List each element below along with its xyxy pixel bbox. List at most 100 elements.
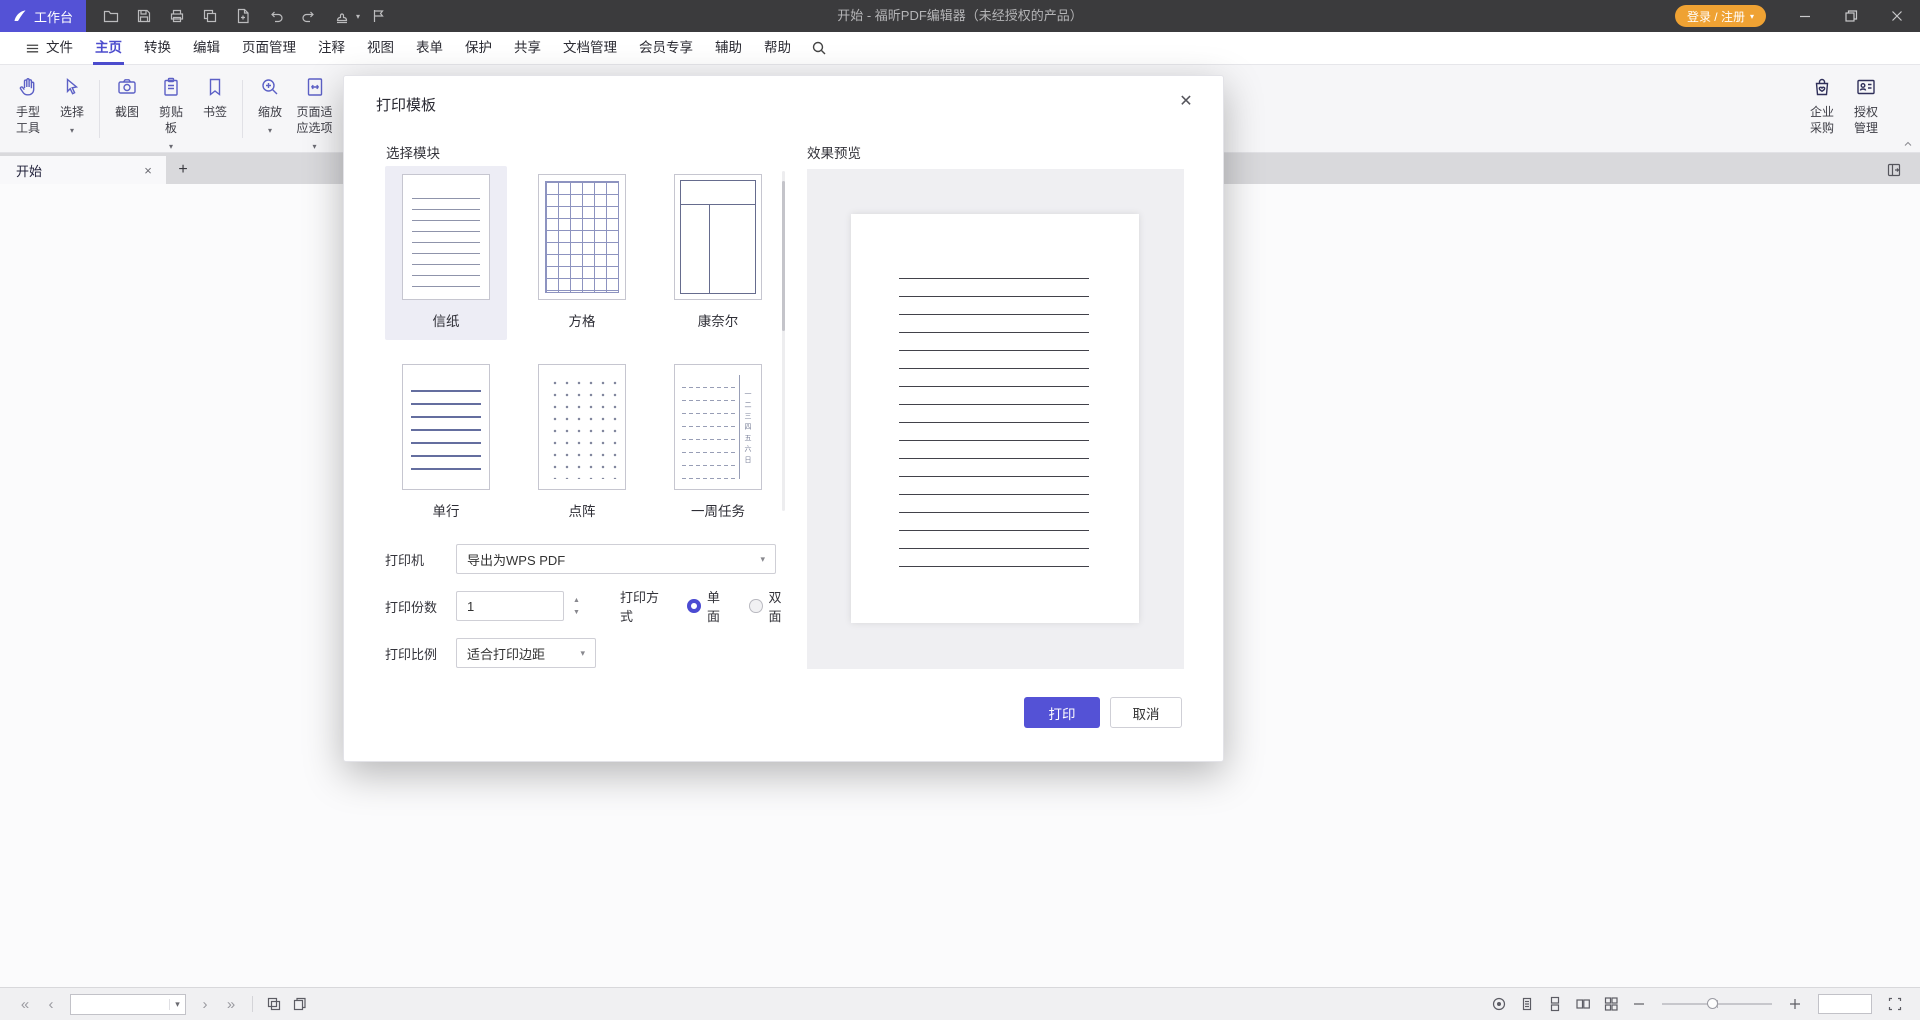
- template-scrollbar[interactable]: [782, 171, 785, 511]
- template-card-letter[interactable]: 信纸: [385, 166, 507, 340]
- menu-assist[interactable]: 辅助: [704, 32, 753, 65]
- spinner-up-icon[interactable]: ▲: [573, 598, 580, 603]
- zoom-out-icon[interactable]: [1626, 992, 1652, 1016]
- quick-access-flag-icon[interactable]: [363, 3, 393, 29]
- zoom-percent-input[interactable]: [1819, 995, 1871, 1013]
- template-card-dots[interactable]: 点阵: [521, 356, 643, 530]
- hand-tool-icon: [17, 76, 39, 98]
- prev-page-icon[interactable]: ‹: [38, 996, 64, 1013]
- new-tab-button[interactable]: +: [166, 156, 200, 184]
- read-mode-icon[interactable]: [1486, 992, 1512, 1016]
- chevron-down-icon: ▾: [580, 648, 585, 659]
- scale-select[interactable]: 适合打印边距 ▾: [456, 638, 596, 668]
- next-page-icon[interactable]: ›: [192, 996, 218, 1013]
- close-button[interactable]: [1874, 0, 1920, 32]
- bookmark-icon: [204, 76, 226, 98]
- copy-pages-icon[interactable]: [195, 3, 225, 29]
- page-number-input[interactable]: [71, 996, 169, 1013]
- undo-icon[interactable]: [261, 3, 291, 29]
- menu-share[interactable]: 共享: [503, 32, 552, 65]
- template-card-grid[interactable]: 方格: [521, 166, 643, 340]
- last-page-icon[interactable]: »: [218, 996, 244, 1013]
- app-window: 工作台: [0, 0, 1920, 1020]
- dialog-close-icon[interactable]: ✕: [1173, 88, 1199, 114]
- license-manage-button[interactable]: 授权管理: [1844, 70, 1888, 148]
- single-page-icon[interactable]: [1514, 992, 1540, 1016]
- menu-help[interactable]: 帮助: [753, 32, 802, 65]
- clipboard-button[interactable]: 剪贴板 ▾: [149, 70, 193, 148]
- enterprise-purchase-button[interactable]: 企业采购: [1800, 70, 1844, 148]
- continuous-page-icon[interactable]: [1542, 992, 1568, 1016]
- first-page-icon[interactable]: «: [12, 996, 38, 1013]
- menu-view[interactable]: 视图: [356, 32, 405, 65]
- snapshot-button[interactable]: 截图: [105, 70, 149, 148]
- copies-input[interactable]: [456, 591, 564, 621]
- menu-home[interactable]: 主页: [84, 32, 133, 65]
- radio-duplex[interactable]: 双面: [749, 587, 793, 625]
- menu-comment[interactable]: 注释: [307, 32, 356, 65]
- chevron-down-icon[interactable]: ▾: [169, 999, 185, 1010]
- restore-button[interactable]: [1828, 0, 1874, 32]
- print-button[interactable]: 打印: [1024, 697, 1100, 728]
- stamp-tool-icon[interactable]: [327, 3, 357, 29]
- select-tool-button[interactable]: 选择 ▾: [50, 70, 94, 148]
- side-panel-toggle-icon[interactable]: [1886, 156, 1902, 184]
- hand-tool-button[interactable]: 手型工具: [6, 70, 50, 148]
- menu-protect[interactable]: 保护: [454, 32, 503, 65]
- snapshot-camera-icon: [116, 76, 138, 98]
- template-card-weekly[interactable]: 一二三四五六日 一周任务: [657, 356, 779, 530]
- save-icon[interactable]: [129, 3, 159, 29]
- chevron-down-icon: ▾: [760, 554, 765, 565]
- print-template-dialog: 打印模板 ✕ 选择模块 信纸 方格 康奈尔 单行 点阵: [343, 75, 1224, 762]
- page-number-combobox[interactable]: ▾: [70, 994, 186, 1015]
- search-icon[interactable]: [802, 32, 836, 65]
- folder-open-icon[interactable]: [96, 3, 126, 29]
- template-label: 方格: [569, 310, 596, 330]
- zoom-in-icon[interactable]: [1782, 992, 1808, 1016]
- login-button[interactable]: 登录 / 注册 ▾: [1675, 5, 1766, 27]
- template-card-single-line[interactable]: 单行: [385, 356, 507, 530]
- chevron-down-icon: ▾: [70, 126, 74, 135]
- dialog-title: 打印模板: [376, 94, 436, 115]
- continuous-facing-icon[interactable]: [1598, 992, 1624, 1016]
- zoom-percent-box[interactable]: [1818, 994, 1872, 1014]
- template-scrollbar-thumb[interactable]: [782, 181, 785, 331]
- collapse-toolbar-icon[interactable]: [1902, 138, 1914, 150]
- radio-simplex[interactable]: 单面: [687, 587, 731, 625]
- page-fit-icon: [304, 76, 326, 98]
- printer-select[interactable]: 导出为WPS PDF ▾: [456, 544, 776, 574]
- chevron-down-icon: ▾: [169, 142, 173, 151]
- zoom-button[interactable]: 缩放 ▾: [248, 70, 292, 148]
- menu-file[interactable]: 文件: [14, 32, 84, 65]
- menu-page-manage[interactable]: 页面管理: [231, 32, 307, 65]
- template-card-cornell[interactable]: 康奈尔: [657, 166, 779, 340]
- printer-label: 打印机: [385, 550, 456, 569]
- print-icon[interactable]: [162, 3, 192, 29]
- scale-label: 打印比例: [385, 644, 456, 663]
- redo-icon[interactable]: [294, 3, 324, 29]
- template-label: 康奈尔: [698, 310, 739, 330]
- chevron-down-icon[interactable]: ▾: [356, 12, 360, 21]
- minimize-button[interactable]: [1782, 0, 1828, 32]
- zoom-slider-handle[interactable]: [1707, 998, 1718, 1009]
- page-fit-button[interactable]: 页面适应选项 ▾: [292, 70, 337, 148]
- menu-edit[interactable]: 编辑: [182, 32, 231, 65]
- bookmark-button[interactable]: 书签: [193, 70, 237, 148]
- spinner-down-icon[interactable]: ▼: [573, 610, 580, 615]
- facing-page-icon[interactable]: [1570, 992, 1596, 1016]
- fit-screen-icon[interactable]: [1882, 992, 1908, 1016]
- cancel-button[interactable]: 取消: [1110, 697, 1182, 728]
- new-document-icon[interactable]: [228, 3, 258, 29]
- zoom-slider[interactable]: [1662, 1003, 1772, 1005]
- page-copy-icon[interactable]: [287, 992, 313, 1016]
- menu-member[interactable]: 会员专享: [628, 32, 704, 65]
- menu-convert[interactable]: 转换: [133, 32, 182, 65]
- tab-start[interactable]: 开始 ×: [0, 156, 166, 184]
- preview-page: [851, 214, 1139, 623]
- print-mode-label: 打印方式: [620, 587, 670, 625]
- menu-form[interactable]: 表单: [405, 32, 454, 65]
- tab-close-icon[interactable]: ×: [140, 163, 156, 178]
- menu-doc-manage[interactable]: 文档管理: [552, 32, 628, 65]
- workspace-button[interactable]: 工作台: [0, 0, 86, 32]
- page-thumbnail-icon[interactable]: [261, 992, 287, 1016]
